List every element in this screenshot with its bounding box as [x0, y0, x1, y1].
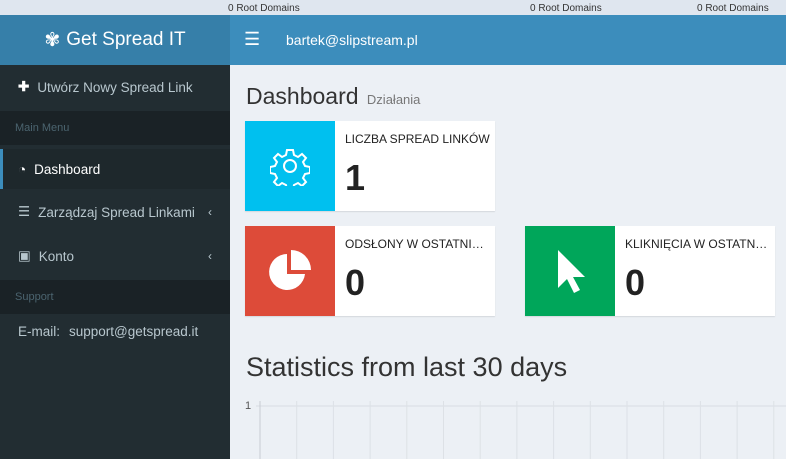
- create-spread-link-button[interactable]: ✚ Utwórz Nowy Spread Link: [0, 67, 230, 107]
- sidebar: ✚ Utwórz Nowy Spread Link Main Menu ◔ Da…: [0, 65, 230, 459]
- dandelion-icon: ✾: [44, 29, 61, 51]
- section-main-menu: Main Menu: [0, 111, 230, 145]
- info-box-links: LICZBA SPREAD LINKÓW 1: [245, 121, 495, 211]
- box-value: 1: [345, 157, 366, 198]
- box-value: 0: [625, 262, 646, 303]
- menu-toggle-icon[interactable]: ☰: [244, 29, 260, 50]
- user-email[interactable]: bartek@slipstream.pl: [286, 32, 418, 48]
- info-box-views: ODSŁONY W OSTATNIM MIESIĄCU 0: [245, 226, 495, 316]
- stats-chart: 1: [245, 400, 786, 459]
- box-label: KLIKNIĘCIA W OSTATNIM MIESIĄCU: [625, 237, 770, 251]
- section-support: Support: [0, 280, 230, 314]
- sidebar-item-label: Dashboard: [34, 161, 101, 177]
- dashboard-icon: ◔: [18, 161, 27, 177]
- chevron-left-icon: ‹: [208, 249, 212, 263]
- email-value[interactable]: support@getspread.it: [69, 324, 198, 339]
- info-box-clicks: KLIKNIĘCIA W OSTATNIM MIESIĄCU 0: [525, 226, 775, 316]
- support-email: E-mail: support@getspread.it: [0, 311, 230, 351]
- pie-chart-icon: [245, 226, 335, 316]
- plus-icon: ✚: [18, 79, 30, 94]
- background-cell: 0 Root Domains: [697, 3, 769, 14]
- chevron-left-icon: ‹: [208, 205, 212, 219]
- briefcase-icon: ▣: [18, 248, 31, 263]
- top-header: ☰ bartek@slipstream.pl: [230, 15, 786, 65]
- gear-icon: [245, 121, 335, 211]
- background-window-strip: 0 Root Domains 0 Root Domains 0 Root Dom…: [0, 0, 786, 15]
- box-label: ODSŁONY W OSTATNIM MIESIĄCU: [345, 237, 490, 251]
- app-title: Get Spread IT: [66, 29, 186, 50]
- email-label: E-mail:: [18, 323, 61, 339]
- box-value: 0: [345, 262, 366, 303]
- page-title-text: Dashboard: [246, 83, 359, 109]
- list-icon: ☰: [18, 204, 31, 219]
- box-label: LICZBA SPREAD LINKÓW: [345, 132, 490, 146]
- sidebar-item-account[interactable]: ▣ Konto ‹: [0, 236, 230, 276]
- stats-title: Statistics from last 30 days: [246, 352, 568, 382]
- page-subtitle: Działania: [366, 92, 421, 107]
- y-tick-label: 1: [245, 400, 251, 412]
- sidebar-item-manage-links[interactable]: ☰ Zarządzaj Spread Linkami ‹: [0, 192, 230, 232]
- background-cell: 0 Root Domains: [530, 3, 602, 14]
- sidebar-item-label: Konto: [38, 248, 75, 264]
- app-logo[interactable]: ✾ Get Spread IT: [0, 15, 230, 65]
- sidebar-item-label: Zarządzaj Spread Linkami: [38, 204, 195, 220]
- sidebar-item-dashboard[interactable]: ◔ Dashboard: [0, 149, 230, 189]
- create-link-label: Utwórz Nowy Spread Link: [37, 79, 193, 95]
- page-title: Dashboard Działania: [246, 83, 420, 110]
- background-cell: 0 Root Domains: [228, 3, 300, 14]
- cursor-icon: [525, 226, 615, 316]
